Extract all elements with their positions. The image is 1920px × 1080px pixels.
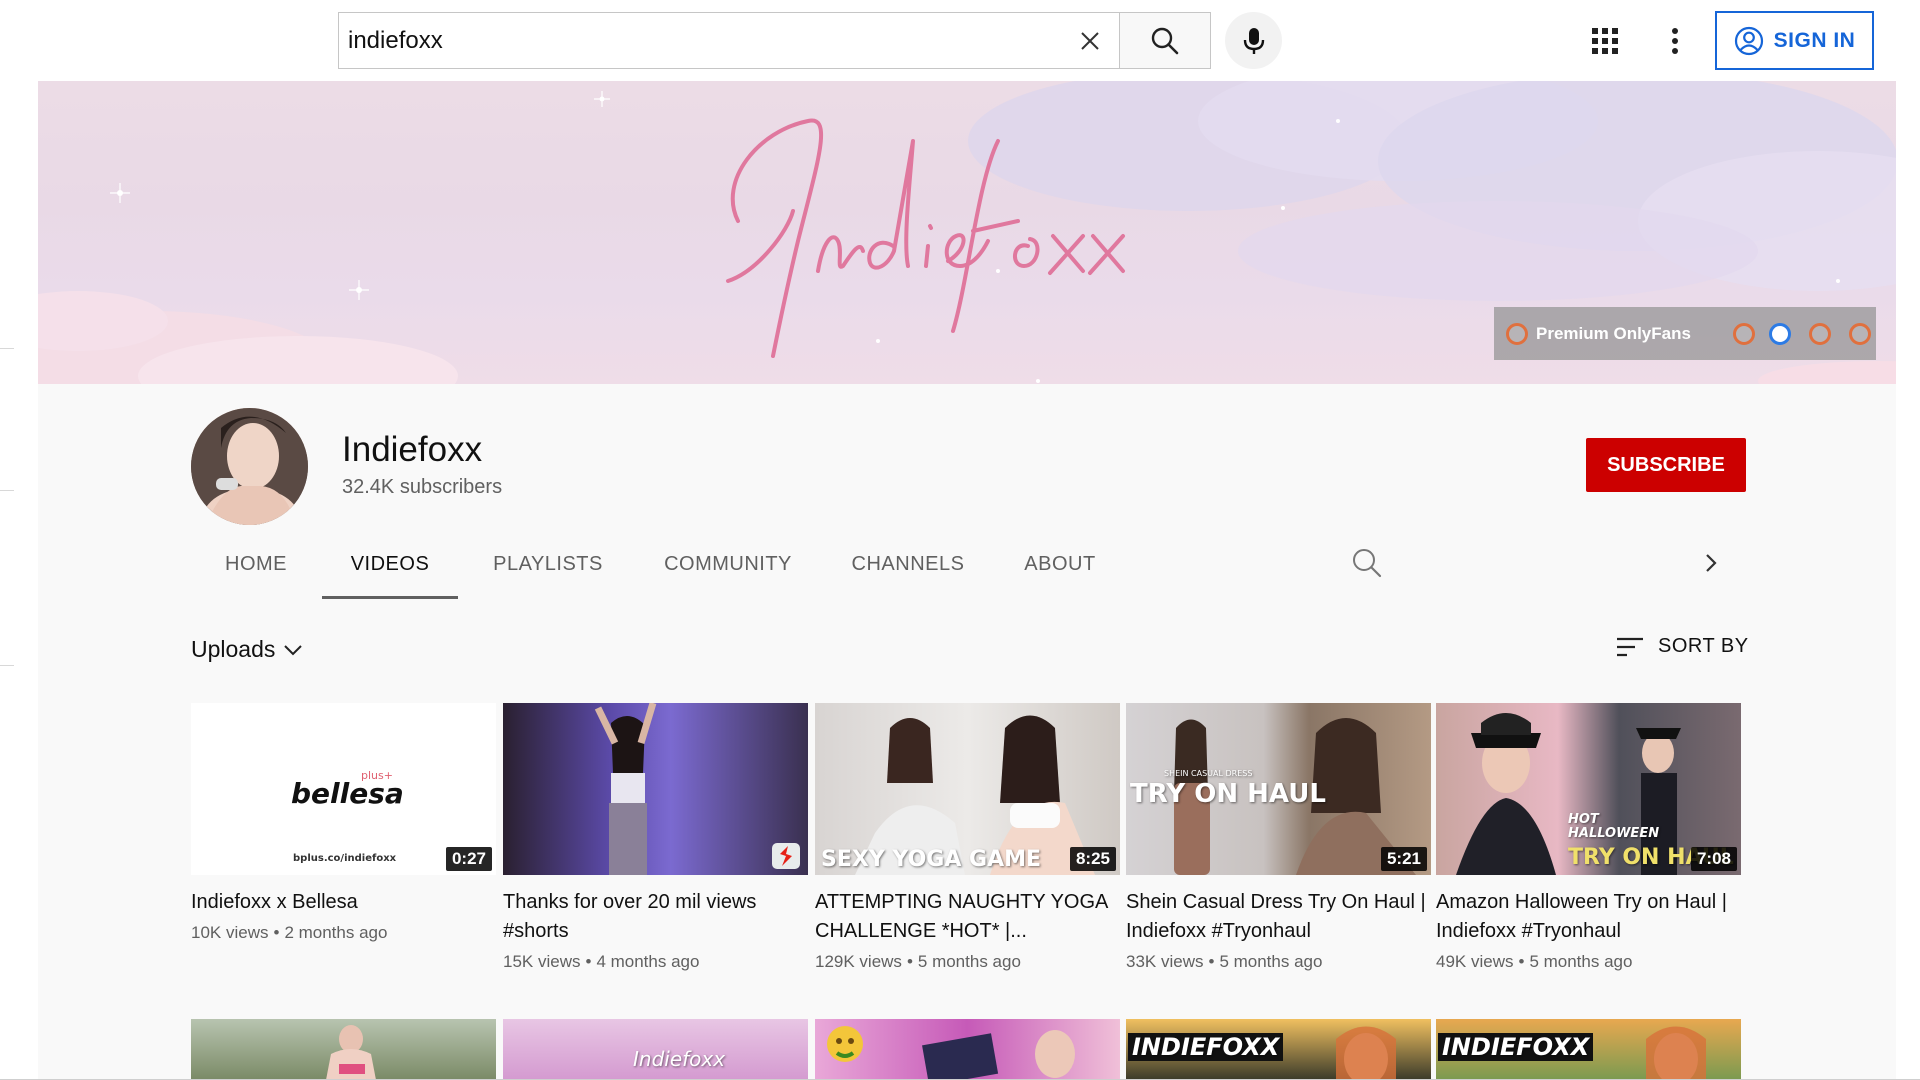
view-count: 129K views [815, 952, 902, 971]
video-meta: 15K views • 4 months ago [503, 952, 700, 971]
upload-age: 2 months ago [284, 923, 388, 942]
uploads-dropdown[interactable]: Uploads [191, 636, 303, 663]
thumb-caption: Indiefoxx [633, 1047, 726, 1071]
chevron-down-icon [284, 644, 303, 655]
channel-tabs: HOME VIDEOS PLAYLISTS COMMUNITY CHANNELS… [190, 529, 1122, 599]
link-favicon-icon[interactable] [1848, 322, 1871, 345]
divider [0, 348, 14, 349]
tab-playlists[interactable]: PLAYLISTS [466, 529, 630, 599]
search-button[interactable] [1119, 12, 1211, 69]
video-thumbnail[interactable] [503, 703, 808, 875]
account-circle-icon [1734, 26, 1763, 55]
banner-links: Premium OnlyFans [1494, 307, 1876, 360]
video-meta: 33K views • 5 months ago [1126, 952, 1323, 971]
video-thumbnail[interactable]: SHEIN CASUAL DRESS TRY ON HAUL 5:21 [1126, 703, 1431, 875]
duration-badge: 5:21 [1380, 847, 1427, 871]
upload-age: 4 months ago [596, 952, 700, 971]
masthead: indiefoxx SIGN IN [0, 0, 1920, 81]
thumb-small-caption: HOT HALLOWEEN [1568, 812, 1660, 841]
duration-badge: 0:27 [445, 847, 492, 871]
view-count: 49K views [1436, 952, 1514, 971]
video-card[interactable]: bellesa plus+ bplus.co/indiefoxx 0:27 In… [191, 703, 496, 943]
video-meta: 49K views • 5 months ago [1436, 952, 1633, 971]
uploads-label: Uploads [191, 636, 276, 662]
chevron-right-icon[interactable] [1694, 546, 1728, 580]
sort-icon [1617, 637, 1643, 656]
video-title[interactable]: Shein Casual Dress Try On Haul | Indiefo… [1126, 888, 1426, 946]
thumb-logo-sup: plus+ [361, 769, 393, 782]
thumb-caption: TRY ON HAUL [1130, 779, 1326, 809]
clear-icon[interactable] [1061, 13, 1119, 68]
subscribe-button[interactable]: SUBSCRIBE [1586, 438, 1746, 492]
link-favicon-icon [1506, 322, 1528, 345]
link-favicon-icon[interactable] [1768, 322, 1791, 345]
thumb-url: bplus.co/indiefoxx [293, 853, 397, 864]
channel-header: Indiefoxx 32.4K subscribers SUBSCRIBE HO… [38, 384, 1896, 599]
subscriber-count: 32.4K subscribers [342, 476, 503, 498]
more-vert-icon[interactable] [1660, 24, 1690, 58]
video-thumbnail[interactable]: HOT HALLOWEEN TRY ON HAUL 7:08 [1436, 703, 1741, 875]
video-title[interactable]: Indiefoxx x Bellesa [191, 888, 491, 917]
sign-in-label: SIGN IN [1773, 28, 1856, 52]
video-thumbnail[interactable]: bellesa plus+ bplus.co/indiefoxx 0:27 [191, 703, 496, 875]
channel-banner: Premium OnlyFans [38, 81, 1896, 384]
right-margin [1896, 81, 1920, 1080]
video-card[interactable]: SEXY YOGA GAME 8:25 ATTEMPTING NAUGHTY Y… [815, 703, 1120, 972]
sort-by-button[interactable]: SORT BY [1616, 635, 1749, 658]
shorts-icon [772, 843, 800, 869]
view-count: 10K views [191, 923, 269, 942]
video-thumbnail[interactable] [191, 1019, 496, 1080]
banner-link-premium[interactable]: Premium OnlyFans [1536, 324, 1691, 344]
tab-videos[interactable]: VIDEOS [322, 529, 458, 599]
video-thumbnail[interactable]: INDIEFOXX [1126, 1019, 1431, 1080]
video-title[interactable]: ATTEMPTING NAUGHTY YOGA CHALLENGE *HOT* … [815, 888, 1115, 946]
duration-badge: 8:25 [1069, 847, 1116, 871]
video-meta: 129K views • 5 months ago [815, 952, 1021, 971]
link-favicon-icon[interactable] [1808, 322, 1831, 345]
link-favicon-icon[interactable] [1732, 322, 1755, 345]
video-title[interactable]: Amazon Halloween Try on Haul | Indiefoxx… [1436, 888, 1736, 946]
left-margin [0, 81, 38, 1080]
thumb-small-caption: SHEIN CASUAL DRESS [1164, 769, 1253, 778]
avatar[interactable] [191, 408, 308, 525]
video-title[interactable]: Thanks for over 20 mil views #shorts [503, 888, 803, 946]
duration-badge: 7:08 [1690, 847, 1737, 871]
video-thumbnail[interactable] [815, 1019, 1120, 1080]
view-count: 33K views [1126, 952, 1204, 971]
video-thumbnail[interactable]: SEXY YOGA GAME 8:25 [815, 703, 1120, 875]
search-input[interactable]: indiefoxx [338, 12, 1119, 69]
mic-icon [1243, 27, 1264, 54]
channel-search-icon[interactable] [1350, 546, 1384, 580]
tab-channels[interactable]: CHANNELS [826, 529, 990, 599]
banner-signature-logo [726, 118, 1125, 358]
upload-age: 5 months ago [1219, 952, 1323, 971]
upload-age: 5 months ago [1529, 952, 1633, 971]
channel-name: Indiefoxx [342, 430, 483, 469]
video-card[interactable]: SHEIN CASUAL DRESS TRY ON HAUL 5:21 Shei… [1126, 703, 1431, 972]
apps-grid-icon[interactable] [1590, 26, 1620, 56]
videos-section: Uploads SORT BY bellesa plus+ bplus.co/i… [38, 599, 1896, 1080]
divider [0, 490, 14, 491]
voice-search-button[interactable] [1225, 12, 1282, 69]
tab-home[interactable]: HOME [190, 529, 322, 599]
search-icon [1151, 27, 1179, 54]
view-count: 15K views [503, 952, 581, 971]
tab-about[interactable]: ABOUT [998, 529, 1122, 599]
tab-community[interactable]: COMMUNITY [638, 529, 818, 599]
thumb-caption: SEXY YOGA GAME [821, 847, 1042, 872]
upload-age: 5 months ago [917, 952, 1021, 971]
video-thumbnail[interactable]: INDIEFOXX [1436, 1019, 1741, 1080]
video-meta: 10K views • 2 months ago [191, 923, 388, 942]
search-query[interactable]: indiefoxx [339, 27, 1061, 55]
divider [0, 665, 14, 666]
video-card[interactable]: HOT HALLOWEEN TRY ON HAUL 7:08 Amazon Ha… [1436, 703, 1741, 972]
video-thumbnail[interactable]: Indiefoxx [503, 1019, 808, 1080]
sign-in-button[interactable]: SIGN IN [1715, 11, 1874, 70]
video-card[interactable]: Thanks for over 20 mil views #shorts 15K… [503, 703, 808, 972]
sort-by-label: SORT BY [1658, 635, 1749, 657]
